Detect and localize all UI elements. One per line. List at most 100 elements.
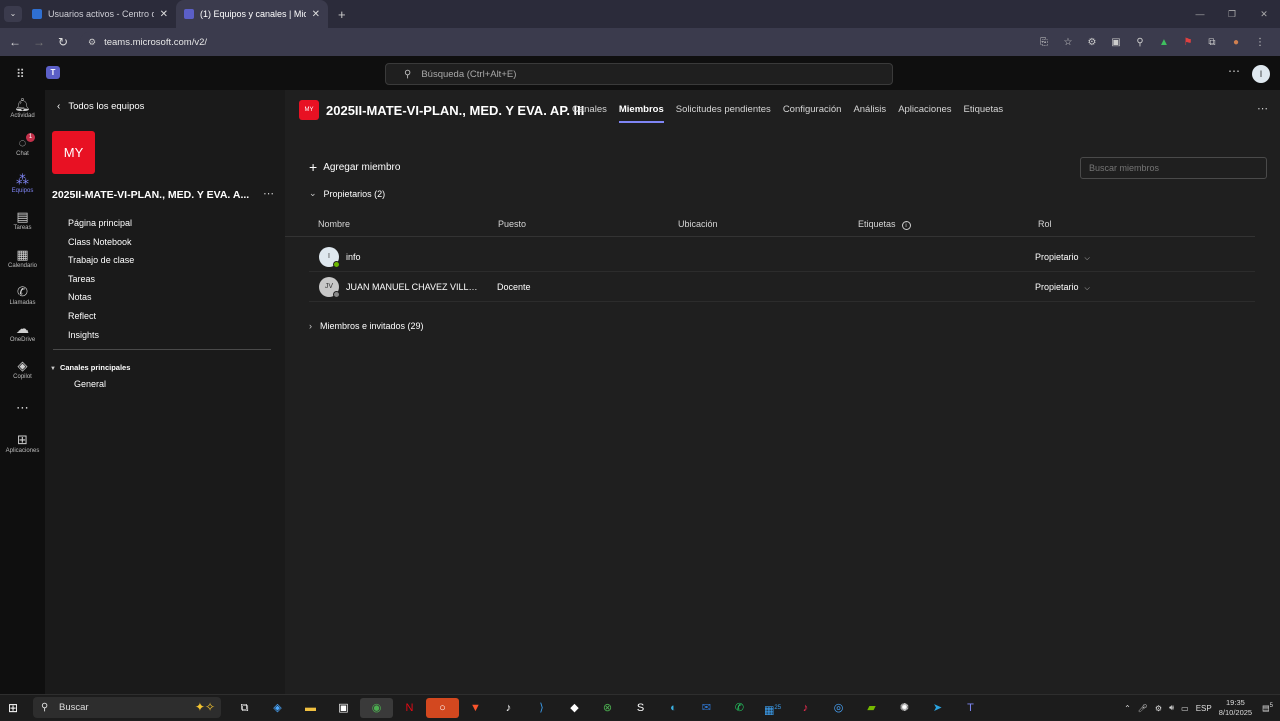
tab-etiquetas[interactable]: Etiquetas xyxy=(964,104,1004,123)
more-options-icon[interactable]: ⋯ xyxy=(1228,64,1240,78)
team-menu-item[interactable]: Tareas xyxy=(68,270,134,289)
rail-item-actividad[interactable]: 🔔︎ Actividad xyxy=(0,97,45,119)
install-app-icon[interactable]: ⎘ xyxy=(1032,37,1056,48)
bookmark-star-icon[interactable]: ☆ xyxy=(1056,37,1080,48)
rail-item-onedrive[interactable]: ☁ OneDrive xyxy=(0,321,45,343)
team-menu-item[interactable]: Insights xyxy=(68,326,134,345)
address-bar[interactable]: ⚙ teams.microsoft.com/v2/ xyxy=(80,31,1070,53)
opera-icon[interactable]: ○ xyxy=(426,698,459,718)
rail-item-aplicaciones[interactable]: ⊞ Aplicaciones xyxy=(0,432,45,454)
nvidia-icon[interactable]: ▰ xyxy=(855,698,888,718)
rail-item-copilot[interactable]: ◈ Copilot xyxy=(0,358,45,380)
channels-header[interactable]: ▼ Canales principales xyxy=(50,363,130,372)
teams-taskbar-icon[interactable]: T xyxy=(954,698,987,718)
app-icon[interactable]: ◎ xyxy=(822,698,855,718)
rail-item-chat[interactable]: ◌ 1 Chat xyxy=(0,133,45,157)
team-menu-item[interactable]: Página principal xyxy=(68,214,134,233)
store-icon[interactable]: ▣ xyxy=(327,698,360,718)
column-header-rol[interactable]: Rol xyxy=(1038,219,1052,229)
extension-icon[interactable]: ⚙ xyxy=(1080,37,1104,48)
column-header-ubicacion[interactable]: Ubicación xyxy=(678,219,718,229)
task-view-icon[interactable]: ⧉ xyxy=(228,698,261,718)
file-explorer-icon[interactable]: ▬ xyxy=(294,698,327,718)
team-more-options-icon[interactable]: ⋯ xyxy=(263,187,274,200)
table-row[interactable]: I info Propietario ⌵ xyxy=(309,244,1255,272)
network-icon[interactable]: ▭ xyxy=(1181,704,1189,713)
column-header-nombre[interactable]: Nombre xyxy=(318,219,350,229)
column-header-etiquetas[interactable]: Etiquetas i xyxy=(858,219,911,230)
rail-item-calendario[interactable]: ▦ Calendario xyxy=(0,247,45,269)
members-group-toggle[interactable]: › Miembros e invitados (29) xyxy=(309,321,424,331)
extension-icon[interactable]: ▣ xyxy=(1104,37,1128,48)
global-search-input[interactable]: ⚲ Búsqueda (Ctrl+Alt+E) xyxy=(385,63,893,85)
tab-solicitudes[interactable]: Solicitudes pendientes xyxy=(676,104,771,123)
close-tab-icon[interactable]: ✕ xyxy=(312,9,320,20)
new-tab-icon[interactable]: + xyxy=(338,7,346,22)
close-window-icon[interactable]: ✕ xyxy=(1248,0,1280,28)
outlook-icon[interactable]: ✉ xyxy=(690,698,723,718)
app-launcher-icon[interactable]: ⠿ xyxy=(16,67,25,81)
owners-group-toggle[interactable]: ⌄ Propietarios (2) xyxy=(309,188,385,199)
forward-arrow-icon[interactable]: → xyxy=(27,35,51,49)
back-arrow-icon[interactable]: ← xyxy=(3,35,27,49)
rail-item-llamadas[interactable]: ✆ Llamadas xyxy=(0,284,45,306)
info-icon[interactable]: i xyxy=(901,221,911,230)
add-member-button[interactable]: + Agregar miembro xyxy=(309,160,400,174)
member-search-input[interactable] xyxy=(1080,157,1267,179)
windows-start-icon[interactable]: ⊞ xyxy=(8,701,18,715)
brave-icon[interactable]: ▼ xyxy=(459,698,492,718)
chrome-icon[interactable]: ◉ xyxy=(360,698,393,718)
team-menu-item[interactable]: Class Notebook xyxy=(68,233,134,252)
browser-tab-usuarios[interactable]: Usuarios activos - Centro de ad ✕ xyxy=(24,0,176,28)
close-tab-icon[interactable]: ✕ xyxy=(160,9,168,20)
profile-icon[interactable]: ● xyxy=(1224,37,1248,48)
skype-icon[interactable]: S xyxy=(624,698,657,718)
minimize-icon[interactable]: — xyxy=(1184,0,1216,28)
notifications-icon[interactable]: ▤5 xyxy=(1262,703,1273,713)
rail-item-equipos[interactable]: ⁂ Equipos xyxy=(0,172,45,194)
team-menu-item[interactable]: Reflect xyxy=(68,307,134,326)
extension-icon[interactable]: ⚑ xyxy=(1176,37,1200,48)
copilot-app-icon[interactable]: ◈ xyxy=(261,698,294,718)
rail-item-more[interactable]: ⋯ xyxy=(0,400,45,416)
extensions-puzzle-icon[interactable]: ⧉ xyxy=(1200,37,1224,48)
rail-item-tareas[interactable]: ▤ Tareas xyxy=(0,209,45,231)
edge-icon[interactable]: ◐ xyxy=(657,698,690,718)
user-avatar[interactable]: I xyxy=(1252,65,1270,83)
taskbar-search[interactable]: ⚲ Buscar ✦✧ xyxy=(33,697,221,718)
outlook-new-icon[interactable]: ▦25 xyxy=(756,698,789,718)
microphone-icon[interactable]: 🎤︎ xyxy=(1138,704,1148,713)
team-menu-item[interactable]: Notas xyxy=(68,288,134,307)
browser-menu-icon[interactable]: ⋮ xyxy=(1248,37,1272,48)
telegram-icon[interactable]: ➤ xyxy=(921,698,954,718)
column-header-puesto[interactable]: Puesto xyxy=(498,219,526,229)
volume-icon[interactable]: 🔊︎ xyxy=(1169,703,1174,713)
tab-search-button[interactable]: ⌄ xyxy=(4,6,22,22)
team-menu-item[interactable]: Trabajo de clase xyxy=(68,251,134,270)
site-info-icon[interactable]: ⚙ xyxy=(88,37,96,48)
extension-icon[interactable]: ▲ xyxy=(1152,37,1176,48)
xbox-icon[interactable]: ⊗ xyxy=(591,698,624,718)
tiktok-alt-icon[interactable]: ♪ xyxy=(789,698,822,718)
chatgpt-icon[interactable]: ✺ xyxy=(888,698,921,718)
all-teams-link[interactable]: ‹ Todos los equipos xyxy=(57,101,144,112)
table-row[interactable]: JV JUAN MANUEL CHAVEZ VILLA... Docente P… xyxy=(309,274,1255,302)
channel-item-general[interactable]: General xyxy=(45,375,285,393)
reload-icon[interactable]: ↻ xyxy=(51,35,75,49)
more-options-icon[interactable]: ⋯ xyxy=(1257,102,1268,115)
language-indicator[interactable]: ESP xyxy=(1196,704,1212,713)
settings-icon[interactable]: ⚙ xyxy=(1155,704,1162,713)
browser-tab-teams[interactable]: (1) Equipos y canales | Microsof ✕ xyxy=(176,0,328,28)
restore-icon[interactable]: ❐ xyxy=(1216,0,1248,28)
tab-miembros[interactable]: Miembros xyxy=(618,104,664,123)
tab-configuracion[interactable]: Configuración xyxy=(783,104,842,123)
app-icon[interactable]: ◆ xyxy=(558,698,591,718)
netflix-icon[interactable]: N xyxy=(393,698,426,718)
tiktok-icon[interactable]: ♪ xyxy=(492,698,525,718)
whatsapp-icon[interactable]: ✆ xyxy=(723,698,756,718)
vscode-icon[interactable]: ⟩ xyxy=(525,698,558,718)
tray-chevron-icon[interactable]: ⌃ xyxy=(1124,704,1131,713)
clock[interactable]: 19:35 8/10/2025 xyxy=(1219,698,1252,718)
tab-aplicaciones[interactable]: Aplicaciones xyxy=(898,104,951,123)
tab-analisis[interactable]: Análisis xyxy=(853,104,886,123)
